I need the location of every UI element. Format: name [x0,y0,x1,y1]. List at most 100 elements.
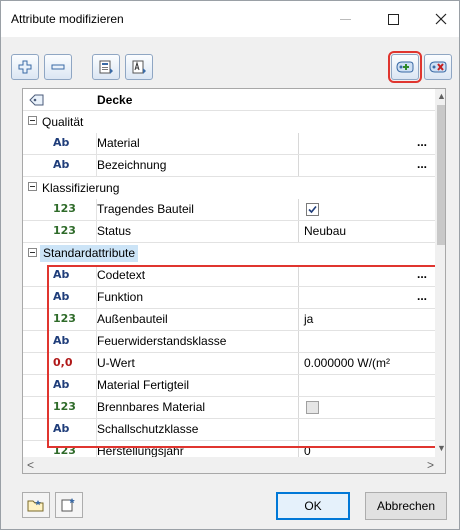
group-label: Qualität [42,115,84,129]
close-icon [435,13,447,25]
browse-button[interactable]: ... [417,136,427,148]
type-icon-number: 123 [53,400,76,413]
dialog-window: Attribute modifizieren Decke Qualität Ab… [0,0,460,530]
row-funktion[interactable]: Ab Funktion ... [23,287,435,309]
collapse-icon[interactable] [28,248,37,257]
scroll-down-icon[interactable]: ▼ [437,443,445,453]
vertical-scrollbar[interactable]: ▲ ▼ [435,89,445,457]
scroll-up-icon[interactable]: ▲ [437,91,445,101]
type-icon-text: Ab [53,422,70,435]
row-schallschutzklasse[interactable]: Ab Schallschutzklasse [23,419,435,441]
row-material-fertigteil[interactable]: Ab Material Fertigteil [23,375,435,397]
row-codetext[interactable]: Ab Codetext ... [23,265,435,287]
favorites-save-button[interactable] [55,492,83,518]
minus-icon [51,64,65,70]
row-bezeichnung[interactable]: Ab Bezeichnung ... [23,155,435,177]
attribute-value[interactable] [299,331,435,352]
row-u-wert[interactable]: 0,0 U-Wert 0.000000 W/(m² [23,353,435,375]
checkbox-checked[interactable] [306,203,319,216]
group-qualitaet[interactable]: Qualität [23,111,435,133]
add-attribute-button[interactable] [388,51,422,83]
minimize-button [323,1,367,37]
scroll-right-icon[interactable]: > [427,458,434,472]
expand-all-button[interactable] [11,54,39,80]
type-icon-decimal: 0,0 [53,356,73,369]
type-icon-number: 123 [53,312,76,325]
attribute-name: Brennbares Material [97,397,299,418]
sort-alphabetical-button[interactable] [125,54,153,80]
attribute-value[interactable]: ... [299,287,435,308]
type-icon-number: 123 [53,444,76,457]
attribute-name: Material Fertigteil [97,375,299,396]
attribute-name: Bezeichnung [97,155,299,176]
grid-header-row: Decke [23,89,435,111]
collapse-icon[interactable] [28,182,37,191]
attribute-value[interactable] [299,199,435,220]
attribute-name: U-Wert [97,353,299,374]
attribute-value[interactable] [299,375,435,396]
attribute-name: Schallschutzklasse [97,419,299,440]
type-icon-text: Ab [53,158,70,171]
group-klassifizierung[interactable]: Klassifizierung [23,177,435,199]
favorites-open-button[interactable] [22,492,50,518]
attribute-name: Funktion [97,287,299,308]
collapse-all-button[interactable] [44,54,72,80]
folder-star-icon [27,500,44,512]
plus-icon [18,60,32,74]
attribute-grid: Decke Qualität Ab Material ... Ab Bezeic… [22,88,446,474]
toolbar [1,37,459,89]
maximize-button[interactable] [371,1,415,37]
maximize-icon [387,13,399,25]
attribute-name: Status [97,221,299,242]
remove-attribute-button[interactable] [424,54,452,80]
row-aussenbauteil[interactable]: 123 Außenbauteil ja [23,309,435,331]
type-icon-number: 123 [53,224,76,237]
attribute-value[interactable]: 0.000000 W/(m² [299,353,435,374]
browse-button[interactable]: ... [417,158,427,170]
scroll-left-icon[interactable]: < [27,458,34,472]
cancel-button[interactable]: Abbrechen [365,492,447,520]
row-herstellungsjahr[interactable]: 123 Herstellungsjahr 0 [23,441,435,457]
attribute-name: Material [97,133,299,154]
horizontal-scrollbar[interactable]: < > [23,457,445,473]
browse-button[interactable]: ... [417,268,427,280]
row-feuerwiderstandsklasse[interactable]: Ab Feuerwiderstandsklasse [23,331,435,353]
group-standardattribute[interactable]: Standardattribute [23,243,435,265]
attribute-value[interactable]: ja [299,309,435,330]
type-icon-text: Ab [53,334,70,347]
attribute-value[interactable]: Neubau [299,221,435,242]
sort-category-button[interactable] [92,54,120,80]
attribute-value[interactable]: ... [299,155,435,176]
window-title: Attribute modifizieren [11,12,124,26]
close-button[interactable] [419,1,460,37]
row-material[interactable]: Ab Material ... [23,133,435,155]
minimize-icon [339,18,351,20]
alphabetical-icon [132,60,146,74]
save-star-icon [61,498,75,512]
collapse-icon[interactable] [28,116,37,125]
remove-attribute-icon [429,61,447,73]
row-tragendes-bauteil[interactable]: 123 Tragendes Bauteil [23,199,435,221]
categorized-icon [99,60,113,74]
attribute-name: Tragendes Bauteil [97,199,299,220]
scroll-thumb[interactable] [437,105,445,245]
row-status[interactable]: 123 Status Neubau [23,221,435,243]
checkbox-unchecked[interactable] [306,401,319,414]
row-brennbares-material[interactable]: 123 Brennbares Material [23,397,435,419]
group-label-selected: Standardattribute [40,245,139,262]
tag-icon [29,94,44,106]
attribute-name: Außenbauteil [97,309,299,330]
add-attribute-icon [396,61,414,73]
ok-button[interactable]: OK [276,492,350,520]
attribute-value[interactable]: ... [299,265,435,286]
browse-button[interactable]: ... [417,290,427,302]
title-bar: Attribute modifizieren [1,1,459,37]
attribute-value[interactable] [299,419,435,440]
type-icon-text: Ab [53,378,70,391]
check-icon [308,205,317,214]
attribute-value[interactable]: ... [299,133,435,154]
element-title: Decke [97,93,133,107]
attribute-value[interactable] [299,397,435,418]
type-icon-text: Ab [53,268,70,281]
attribute-value[interactable]: 0 [299,441,435,457]
